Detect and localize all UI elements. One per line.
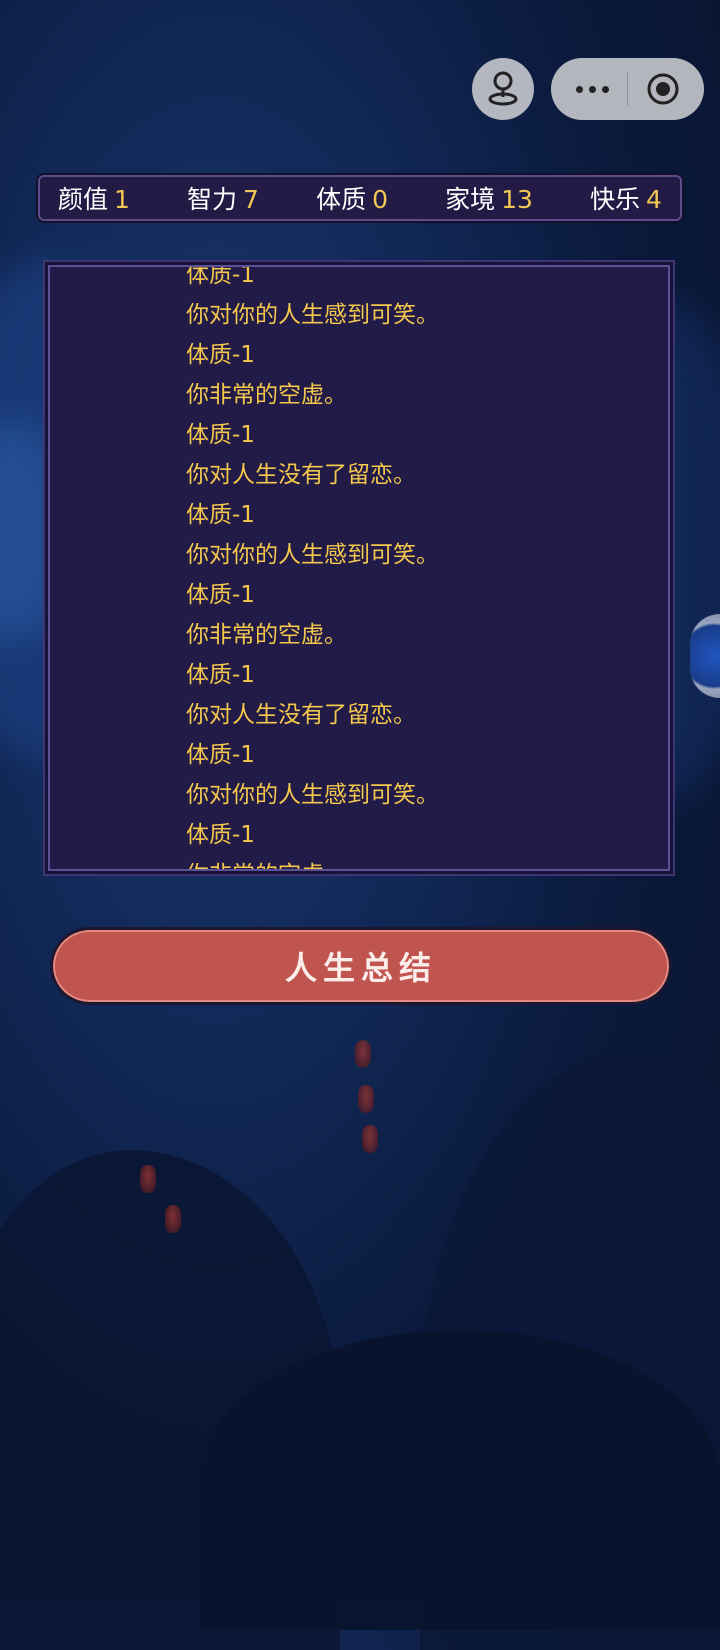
location-button[interactable] [472,58,534,120]
log-line: 体质-1 [186,265,255,288]
stat-intelligence: 智力 7 [187,185,259,214]
stats-bar: 颜值 1 智力 7 体质 0 家境 13 快乐 4 [38,175,682,221]
log-line: 你对你的人生感到可笑。 [186,542,439,568]
record-icon[interactable] [628,71,698,107]
log-line: 你对你的人生感到可笑。 [186,782,439,808]
log-line: 你非常的空虚。 [186,382,347,408]
life-summary-button[interactable]: 人生总结 [50,927,672,1005]
log-line: 体质-1 [186,742,255,768]
log-line: 体质-1 [186,822,255,848]
log-line: 体质-1 [186,502,255,528]
life-summary-label: 人生总结 [284,949,437,987]
log-line: 你对人生没有了留恋。 [186,462,416,488]
event-list: 体质-1 你对你的人生感到可笑。 体质-1 你非常的空虚。 体质-1 你对人生没有了留恋。… [186,265,656,869]
life-event-log[interactable]: 体质-1 你对你的人生感到可笑。 体质-1 你非常的空虚。 体质-1 你对人生没有了留恋。… [48,265,670,871]
log-line: 体质-1 [186,662,255,688]
stat-appearance: 颜值 1 [58,185,130,214]
log-line: 你对你的人生感到可笑。 [186,302,439,328]
log-line: 体质-1 [186,582,255,608]
capsule-menu [551,58,704,120]
log-line: 体质-1 [186,342,255,368]
log-line: 你非常的空虚。 [186,622,347,648]
location-icon [483,67,523,111]
log-line: 你非常的空虚。 [186,855,656,869]
stat-family: 家境 13 [445,185,533,214]
stat-happiness: 快乐 4 [590,185,662,214]
stat-constitution: 体质 0 [316,185,388,214]
log-line: 体质-1 [186,422,255,448]
log-line: 你对人生没有了留恋。 [186,702,416,728]
more-icon[interactable] [557,85,627,93]
